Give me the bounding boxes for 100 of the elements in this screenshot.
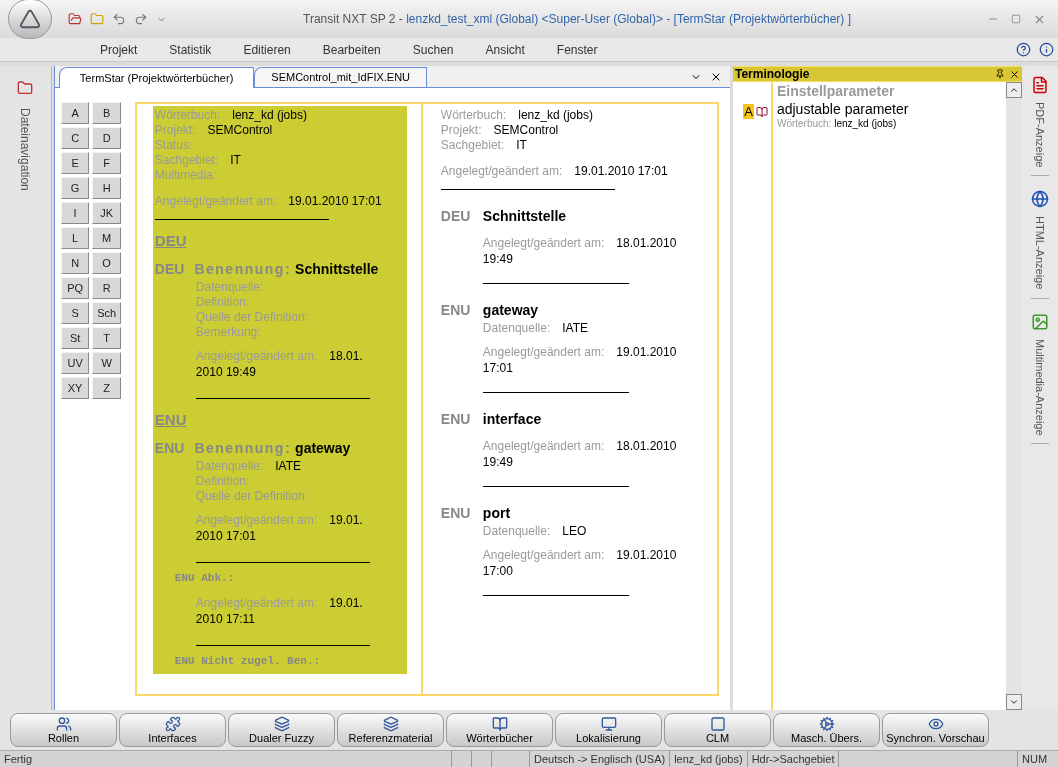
menu-item[interactable]: Bearbeiten — [306, 40, 397, 59]
toolbar-button[interactable]: Referenzmaterial — [337, 713, 444, 747]
term-text: Schnittstelle — [295, 260, 379, 279]
field-label: Wörterbuch: — [440, 108, 507, 123]
letter-button[interactable]: M — [92, 227, 121, 249]
letter-button[interactable]: N — [60, 252, 90, 274]
term-type-label: ENU Abk.: — [174, 571, 236, 585]
toolbar-button[interactable]: CLM — [664, 713, 771, 747]
help-icon[interactable] — [1016, 42, 1031, 57]
term-badge: A — [743, 104, 754, 119]
document-tab[interactable]: SEMControl_mit_IdFIX.ENU — [254, 67, 428, 87]
status-text: NUM — [1021, 752, 1049, 767]
term-type-label: ENU Nicht zugel. Ben.: — [174, 654, 322, 668]
date-text: Angelegt/geändert am: 19.01.2010 17:01 — [440, 163, 669, 179]
letter-button[interactable]: D — [92, 127, 121, 149]
letter-button[interactable]: A — [60, 102, 90, 124]
layers-icon — [273, 716, 290, 732]
letter-button[interactable]: C — [60, 127, 90, 149]
field-label: Bemerkung: — [195, 325, 261, 340]
toolbar-button[interactable]: Rollen — [10, 713, 117, 747]
letter-button[interactable]: Sch — [92, 302, 121, 324]
letter-button[interactable]: I — [60, 202, 90, 224]
letter-button[interactable]: E — [60, 152, 90, 174]
close-icon[interactable] — [1009, 68, 1021, 80]
pin-icon[interactable] — [995, 69, 1006, 79]
field-label: Datenquelle: — [195, 459, 264, 474]
letter-button[interactable]: H — [92, 177, 121, 199]
document-tab[interactable]: TermStar (Projektwörterbücher) — [58, 67, 255, 88]
field-label: Datenquelle: — [482, 321, 551, 336]
letter-button[interactable]: S — [60, 302, 90, 324]
menu-item[interactable]: Statistik — [153, 40, 228, 59]
sidebar-tab[interactable]: Dateinavigation — [16, 108, 35, 191]
people-icon — [55, 716, 72, 732]
menu-item[interactable]: Projekt — [84, 40, 154, 59]
term-text: gateway — [482, 301, 539, 320]
toolbar-button[interactable]: Synchron. Vorschau — [882, 713, 989, 747]
letter-button[interactable]: F — [92, 152, 121, 174]
menu-item[interactable]: Fenster — [540, 40, 614, 59]
language-code: ENU — [440, 504, 471, 523]
language-heading: ENU — [154, 411, 187, 429]
letter-button[interactable]: UV — [60, 352, 90, 374]
layers-icon — [382, 716, 399, 732]
side-tab[interactable]: HTML-Anzeige — [1031, 216, 1049, 290]
monitor-icon — [600, 716, 617, 732]
status-text: Deutsch -> Englisch (USA) — [530, 751, 671, 767]
globe-icon — [1031, 190, 1050, 209]
letter-button[interactable]: XY — [60, 377, 90, 399]
result-term[interactable]: adjustable parameter — [776, 100, 1007, 118]
language-code: DEU — [154, 260, 185, 279]
term-text: interface — [482, 410, 542, 429]
language-code: DEU — [440, 207, 471, 226]
letter-button[interactable]: PQ — [60, 277, 90, 299]
result-dictionary: Wörterbuch: lenz_kd (jobs) — [776, 118, 898, 130]
folder-icon[interactable] — [68, 12, 82, 26]
date-text: Angelegt/geändert am: 18.01.2010 19:49 — [482, 438, 678, 470]
field-label: Quelle der Definition: — [195, 310, 308, 325]
field-label: Projekt: — [440, 123, 482, 138]
menu-item[interactable]: Editieren — [227, 40, 307, 59]
puzzle-icon — [164, 716, 181, 732]
toolbar-button[interactable]: Dualer Fuzzy — [228, 713, 335, 747]
menu-item[interactable]: Ansicht — [469, 40, 541, 59]
field-label: Sachgebiet: — [440, 138, 505, 153]
toolbar-button[interactable]: Masch. Übers. — [773, 713, 880, 747]
window-title: Transit NXT SP 2 - lenzkd_test_xml (Global) <Super-User (Global)> - [TermStar (Projektwörterbücher) ] — [302, 11, 852, 28]
letter-button[interactable]: B — [92, 102, 121, 124]
scroll-down-icon[interactable] — [1009, 697, 1020, 707]
field-value: IT — [516, 138, 527, 153]
term-text: Schnittstelle — [482, 207, 567, 226]
date-text: Angelegt/geändert am: 18.01. 2010 19:49 — [195, 348, 364, 380]
field-label: Definition: — [195, 295, 250, 310]
toolbar-button[interactable]: Lokalisierung — [555, 713, 662, 747]
letter-button[interactable]: R — [92, 277, 121, 299]
eye-icon — [927, 716, 944, 732]
undo-icon[interactable] — [112, 12, 126, 26]
letter-button[interactable]: L — [60, 227, 90, 249]
side-tab[interactable]: PDF-Anzeige — [1031, 102, 1049, 168]
language-code: ENU — [154, 439, 185, 458]
scrollbar[interactable] — [1006, 82, 1023, 710]
app-orb-icon[interactable] — [8, 0, 52, 39]
toolbar-button[interactable]: Wörterbücher — [446, 713, 553, 747]
letter-button[interactable]: O — [92, 252, 121, 274]
letter-button[interactable]: G — [60, 177, 90, 199]
letter-button[interactable]: JK — [92, 202, 121, 224]
scroll-up-icon[interactable] — [1009, 85, 1020, 95]
letter-button[interactable]: St — [60, 327, 90, 349]
info-icon[interactable] — [1039, 42, 1054, 57]
toolbar-button[interactable]: Interfaces — [119, 713, 226, 747]
side-tab[interactable]: Multimedia-Anzeige — [1031, 338, 1049, 436]
term-label: Benennung: — [194, 439, 292, 458]
field-value: IT — [230, 153, 241, 168]
letter-button[interactable]: Z — [92, 377, 121, 399]
letter-button[interactable]: T — [92, 327, 121, 349]
redo-icon[interactable] — [134, 12, 148, 26]
status-text: Fertig — [0, 751, 452, 767]
field-label: Datenquelle: — [482, 524, 551, 539]
menu-item[interactable]: Suchen — [396, 40, 470, 59]
folder-icon — [17, 80, 34, 96]
square-icon — [709, 716, 726, 732]
letter-button[interactable]: W — [92, 352, 121, 374]
language-heading: DEU — [154, 232, 187, 250]
